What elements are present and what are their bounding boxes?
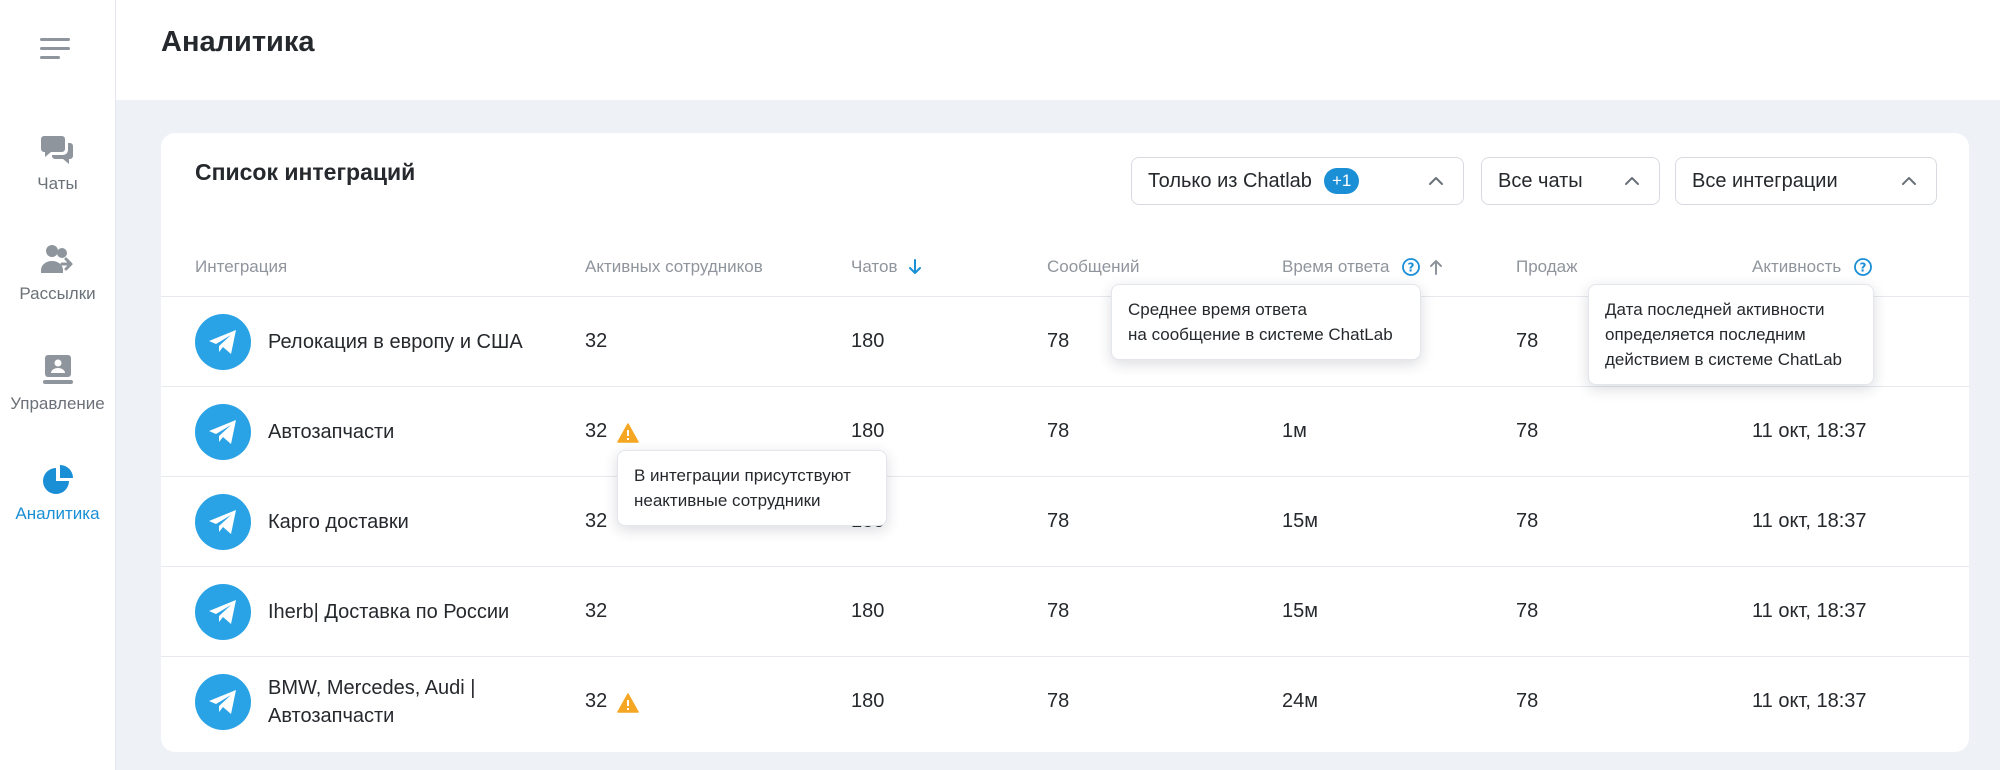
- users-send-icon: [40, 245, 72, 273]
- tooltip-line: Среднее время ответа: [1128, 300, 1307, 319]
- column-header-sales[interactable]: Продаж: [1516, 257, 1578, 277]
- response-time-value: 1м: [1282, 420, 1307, 442]
- sidebar-item-label: Чаты: [37, 174, 78, 193]
- filter-label: Только из Chatlab: [1148, 170, 1312, 192]
- sidebar-item-chats[interactable]: Чаты: [0, 132, 115, 212]
- integrations-card: Список интеграций Только из Chatlab +1 В…: [161, 133, 1969, 752]
- column-header-chats[interactable]: Чатов: [851, 257, 898, 277]
- active-employees-value: 32: [585, 600, 608, 622]
- chats-filter-dropdown[interactable]: Все чаты: [1481, 157, 1660, 205]
- chats-value: 180: [851, 330, 885, 352]
- telegram-icon: [195, 584, 251, 640]
- sidebar-item-label: Аналитика: [15, 504, 100, 523]
- column-header-active-employees[interactable]: Активных сотрудников: [585, 257, 763, 277]
- header: Аналитика: [116, 0, 2000, 100]
- response-time-value: 15м: [1282, 510, 1318, 532]
- response-time-tooltip: Среднее время ответа на сообщение в сист…: [1111, 284, 1421, 360]
- tooltip-line: действием в системе ChatLab: [1605, 350, 1842, 369]
- source-filter-dropdown[interactable]: Только из Chatlab +1: [1131, 157, 1464, 205]
- sales-value: 78: [1516, 420, 1539, 442]
- telegram-icon: [195, 314, 251, 370]
- chevron-up-icon: [1902, 177, 1916, 185]
- telegram-icon: [195, 674, 251, 730]
- tooltip-line: неактивные сотрудники: [634, 491, 821, 510]
- active-employees-value: 32: [585, 330, 608, 352]
- telegram-icon: [195, 404, 251, 460]
- chats-value: 180: [851, 420, 885, 442]
- sort-arrow-up-icon[interactable]: [1426, 257, 1446, 277]
- sidebar-item-mailings[interactable]: Рассылки: [0, 242, 115, 322]
- sidebar-item-label: Управление: [10, 394, 105, 413]
- activity-value: 11 окт, 18:37: [1752, 420, 1867, 442]
- tooltip-line: В интеграции присутствуют: [634, 466, 851, 485]
- chat-bubbles-icon: [40, 136, 73, 164]
- help-circle-icon[interactable]: ?: [1853, 257, 1873, 277]
- filter-count-badge: +1: [1324, 168, 1360, 194]
- active-employees-value: 32: [585, 510, 608, 532]
- tooltip-line: Дата последней активности: [1605, 300, 1825, 319]
- filter-label: Все чаты: [1498, 170, 1583, 192]
- sales-value: 78: [1516, 690, 1539, 712]
- sales-value: 78: [1516, 330, 1539, 352]
- table-row[interactable]: Карго доставки 32 180 78 15м 78 11 окт, …: [161, 476, 1969, 566]
- messages-value: 78: [1047, 330, 1070, 352]
- messages-value: 78: [1047, 420, 1070, 442]
- help-circle-icon[interactable]: ?: [1401, 257, 1421, 277]
- table-row[interactable]: Iherb| Доставка по России 32 180 78 15м …: [161, 566, 1969, 656]
- filter-label: Все интеграции: [1692, 170, 1838, 192]
- sidebar: Чаты Рассылки Управление Аналитика: [0, 0, 116, 770]
- card-title: Список интеграций: [195, 159, 416, 185]
- chevron-up-icon: [1429, 177, 1443, 185]
- response-time-value: 15м: [1282, 600, 1318, 622]
- response-time-value: 24м: [1282, 690, 1318, 712]
- sort-arrow-down-icon[interactable]: [905, 257, 925, 277]
- tooltip-line: определяется последним: [1605, 325, 1806, 344]
- chats-value: 180: [851, 600, 885, 622]
- table-row[interactable]: Автозапчасти 32 180 78 1м 78 11 окт, 18:…: [161, 386, 1969, 476]
- activity-value: 11 окт, 18:37: [1752, 600, 1867, 622]
- svg-text:?: ?: [1408, 261, 1415, 275]
- pie-chart-icon: [42, 465, 73, 494]
- warning-icon[interactable]: [617, 423, 639, 443]
- sidebar-item-label: Рассылки: [19, 284, 96, 303]
- activity-value: 11 окт, 18:37: [1752, 510, 1867, 532]
- messages-value: 78: [1047, 600, 1070, 622]
- tooltip-line: на сообщение в системе ChatLab: [1128, 325, 1393, 344]
- sidebar-item-analytics[interactable]: Аналитика: [0, 462, 115, 542]
- integration-name: Автозапчасти: [268, 421, 395, 443]
- sales-value: 78: [1516, 510, 1539, 532]
- column-header-activity[interactable]: Активность: [1752, 257, 1841, 277]
- messages-value: 78: [1047, 690, 1070, 712]
- column-header-response-time[interactable]: Время ответа: [1282, 257, 1390, 277]
- integration-name: Карго доставки: [268, 511, 409, 533]
- column-header-integration[interactable]: Интеграция: [195, 257, 287, 277]
- telegram-icon: [195, 494, 251, 550]
- chevron-up-icon: [1625, 177, 1639, 185]
- integration-name: BMW, Mercedes, Audi | Автозапчасти: [268, 677, 476, 727]
- messages-value: 78: [1047, 510, 1070, 532]
- management-board-icon: [42, 355, 73, 384]
- active-employees-value: 32: [585, 420, 608, 442]
- integrations-filter-dropdown[interactable]: Все интеграции: [1675, 157, 1937, 205]
- sales-value: 78: [1516, 600, 1539, 622]
- inactive-employees-tooltip: В интеграции присутствуют неактивные сот…: [617, 450, 887, 526]
- warning-icon[interactable]: [617, 693, 639, 713]
- integration-name: Релокация в европу и США: [268, 331, 523, 353]
- hamburger-menu-icon[interactable]: [40, 38, 72, 62]
- page-title: Аналитика: [161, 26, 315, 58]
- svg-text:?: ?: [1860, 261, 1867, 275]
- column-header-messages[interactable]: Сообщений: [1047, 257, 1140, 277]
- activity-value: 11 окт, 18:37: [1752, 690, 1867, 712]
- active-employees-value: 32: [585, 690, 608, 712]
- sidebar-item-management[interactable]: Управление: [0, 352, 115, 432]
- integration-name: Iherb| Доставка по России: [268, 601, 510, 623]
- activity-tooltip: Дата последней активности определяется п…: [1588, 284, 1874, 385]
- table-row[interactable]: BMW, Mercedes, Audi | Автозапчасти 32 18…: [161, 656, 1969, 746]
- chats-value: 180: [851, 690, 885, 712]
